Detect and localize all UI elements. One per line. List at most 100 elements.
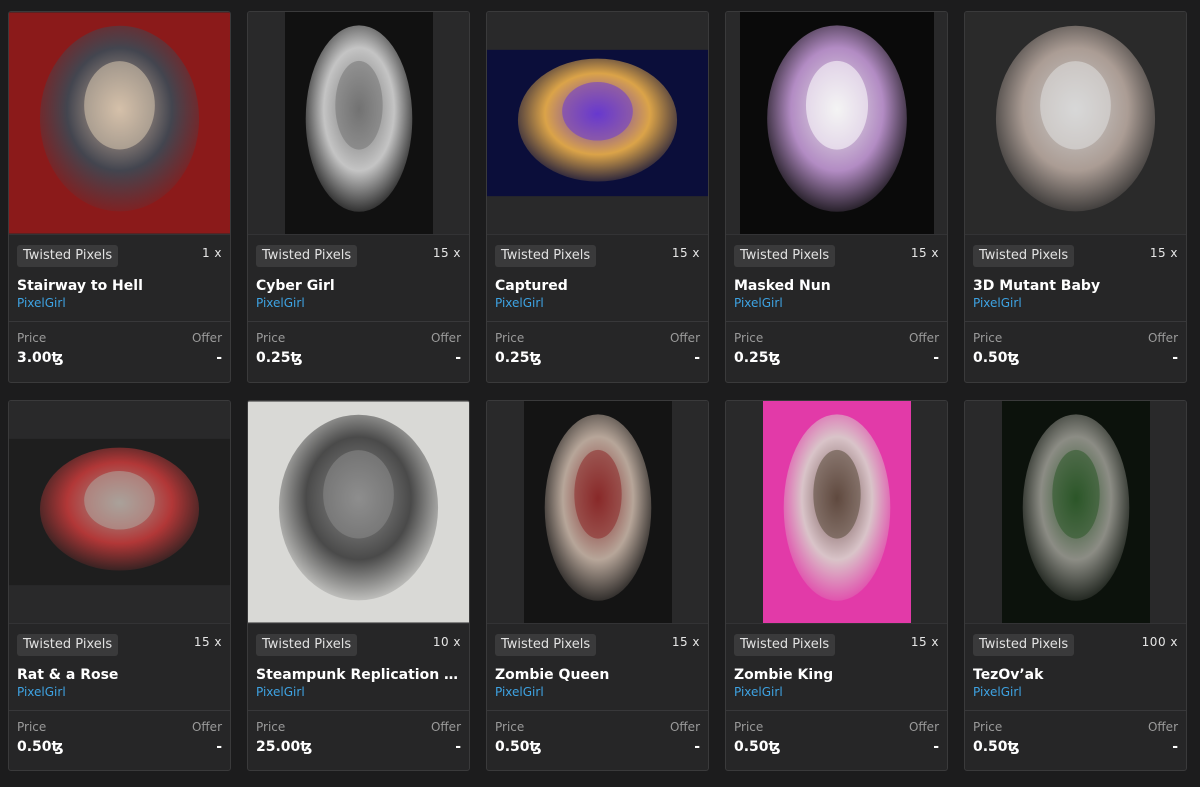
artwork-title[interactable]: TezOv’ak bbox=[973, 667, 1178, 683]
card-meta: Twisted Pixels 100 x TezOv’ak PixelGirl bbox=[965, 624, 1186, 710]
artwork-title[interactable]: Steampunk Replication Sc... bbox=[256, 667, 461, 683]
price-value: 0.50ꜩ bbox=[973, 350, 1020, 366]
artwork-image[interactable] bbox=[965, 12, 1186, 234]
artist-link[interactable]: PixelGirl bbox=[495, 685, 544, 699]
price-value: 0.50ꜩ bbox=[495, 739, 542, 755]
card-meta: Twisted Pixels 15 x Masked Nun PixelGirl bbox=[726, 235, 947, 321]
nft-card[interactable]: Twisted Pixels 15 x Masked Nun PixelGirl… bbox=[725, 11, 948, 383]
offer-label: Offer bbox=[908, 720, 939, 734]
artist-link[interactable]: PixelGirl bbox=[734, 685, 783, 699]
card-meta: Twisted Pixels 1 x Stairway to Hell Pixe… bbox=[9, 235, 230, 321]
artwork-image[interactable] bbox=[762, 401, 911, 623]
card-meta: Twisted Pixels 10 x Steampunk Replicatio… bbox=[248, 624, 469, 710]
offer-value: - bbox=[694, 350, 700, 366]
artwork-thumbnail-frame[interactable] bbox=[487, 12, 708, 235]
artwork-title[interactable]: Stairway to Hell bbox=[17, 278, 222, 294]
price-value: 3.00ꜩ bbox=[17, 350, 64, 366]
collection-badge[interactable]: Twisted Pixels bbox=[17, 634, 119, 656]
nft-card[interactable]: Twisted Pixels 15 x Zombie Queen PixelGi… bbox=[486, 400, 709, 771]
collection-badge[interactable]: Twisted Pixels bbox=[734, 634, 836, 656]
artist-link[interactable]: PixelGirl bbox=[17, 296, 66, 310]
offer-value: - bbox=[455, 350, 461, 366]
card-footer: Price Offer 0.25ꜩ - bbox=[487, 322, 708, 382]
artwork-image[interactable] bbox=[487, 12, 708, 234]
artist-link[interactable]: PixelGirl bbox=[256, 296, 305, 310]
collection-badge[interactable]: Twisted Pixels bbox=[734, 245, 836, 267]
artwork-thumbnail-frame[interactable] bbox=[965, 12, 1186, 235]
artwork-title[interactable]: Zombie Queen bbox=[495, 667, 700, 683]
artwork-image[interactable] bbox=[739, 12, 934, 234]
nft-card[interactable]: Twisted Pixels 15 x Rat & a Rose PixelGi… bbox=[8, 400, 231, 771]
card-meta: Twisted Pixels 15 x Zombie Queen PixelGi… bbox=[487, 624, 708, 710]
artwork-title[interactable]: Zombie King bbox=[734, 667, 939, 683]
artist-link[interactable]: PixelGirl bbox=[495, 296, 544, 310]
artwork-thumbnail-frame[interactable] bbox=[248, 12, 469, 235]
collection-badge[interactable]: Twisted Pixels bbox=[973, 634, 1075, 656]
artwork-image[interactable] bbox=[9, 12, 230, 234]
artwork-title[interactable]: Masked Nun bbox=[734, 278, 939, 294]
artwork-title[interactable]: 3D Mutant Baby bbox=[973, 278, 1178, 294]
artist-link[interactable]: PixelGirl bbox=[17, 685, 66, 699]
artwork-image[interactable] bbox=[284, 12, 433, 234]
edition-count: 15 x bbox=[432, 246, 461, 260]
collection-badge[interactable]: Twisted Pixels bbox=[495, 634, 597, 656]
nft-card[interactable]: Twisted Pixels 15 x 3D Mutant Baby Pixel… bbox=[964, 11, 1187, 383]
card-meta: Twisted Pixels 15 x 3D Mutant Baby Pixel… bbox=[965, 235, 1186, 321]
card-footer: Price Offer 0.50ꜩ - bbox=[965, 322, 1186, 382]
offer-value: - bbox=[694, 739, 700, 755]
collection-badge[interactable]: Twisted Pixels bbox=[495, 245, 597, 267]
artist-link[interactable]: PixelGirl bbox=[973, 685, 1022, 699]
artwork-thumbnail-frame[interactable] bbox=[726, 12, 947, 235]
offer-label: Offer bbox=[191, 331, 222, 345]
price-label: Price bbox=[734, 331, 764, 345]
artwork-thumbnail-frame[interactable] bbox=[9, 12, 230, 235]
artwork-image[interactable] bbox=[9, 401, 230, 623]
offer-value: - bbox=[216, 739, 222, 755]
artwork-thumbnail-frame[interactable] bbox=[726, 401, 947, 624]
price-value: 0.50ꜩ bbox=[973, 739, 1020, 755]
artwork-image[interactable] bbox=[1001, 401, 1150, 623]
card-footer: Price Offer 0.25ꜩ - bbox=[248, 322, 469, 382]
artwork-title[interactable]: Cyber Girl bbox=[256, 278, 461, 294]
nft-card[interactable]: Twisted Pixels 1 x Stairway to Hell Pixe… bbox=[8, 11, 231, 383]
artwork-thumbnail-frame[interactable] bbox=[487, 401, 708, 624]
offer-label: Offer bbox=[430, 331, 461, 345]
artist-link[interactable]: PixelGirl bbox=[256, 685, 305, 699]
price-label: Price bbox=[17, 720, 47, 734]
artist-link[interactable]: PixelGirl bbox=[973, 296, 1022, 310]
artwork-title[interactable]: Rat & a Rose bbox=[17, 667, 222, 683]
price-label: Price bbox=[734, 720, 764, 734]
artwork-thumbnail-frame[interactable] bbox=[965, 401, 1186, 624]
artwork-title[interactable]: Captured bbox=[495, 278, 700, 294]
card-footer: Price Offer 0.50ꜩ - bbox=[965, 711, 1186, 770]
card-footer: Price Offer 0.25ꜩ - bbox=[726, 322, 947, 382]
price-value: 0.25ꜩ bbox=[256, 350, 303, 366]
nft-card[interactable]: Twisted Pixels 15 x Cyber Girl PixelGirl… bbox=[247, 11, 470, 383]
edition-count: 15 x bbox=[910, 635, 939, 649]
nft-card[interactable]: Twisted Pixels 10 x Steampunk Replicatio… bbox=[247, 400, 470, 771]
offer-label: Offer bbox=[908, 331, 939, 345]
nft-card[interactable]: Twisted Pixels 100 x TezOv’ak PixelGirl … bbox=[964, 400, 1187, 771]
collection-badge[interactable]: Twisted Pixels bbox=[256, 634, 358, 656]
edition-count: 15 x bbox=[910, 246, 939, 260]
price-label: Price bbox=[256, 331, 286, 345]
card-meta: Twisted Pixels 15 x Zombie King PixelGir… bbox=[726, 624, 947, 710]
offer-value: - bbox=[933, 350, 939, 366]
artwork-image[interactable] bbox=[523, 401, 672, 623]
nft-card[interactable]: Twisted Pixels 15 x Zombie King PixelGir… bbox=[725, 400, 948, 771]
artwork-thumbnail-frame[interactable] bbox=[9, 401, 230, 624]
artwork-image[interactable] bbox=[248, 401, 469, 623]
artist-link[interactable]: PixelGirl bbox=[734, 296, 783, 310]
collection-badge[interactable]: Twisted Pixels bbox=[973, 245, 1075, 267]
edition-count: 15 x bbox=[671, 635, 700, 649]
artwork-thumbnail-frame[interactable] bbox=[248, 401, 469, 624]
collection-badge[interactable]: Twisted Pixels bbox=[256, 245, 358, 267]
edition-count: 15 x bbox=[1149, 246, 1178, 260]
collection-badge[interactable]: Twisted Pixels bbox=[17, 245, 119, 267]
price-value: 0.50ꜩ bbox=[17, 739, 64, 755]
offer-label: Offer bbox=[1147, 720, 1178, 734]
offer-value: - bbox=[216, 350, 222, 366]
card-footer: Price Offer 25.00ꜩ - bbox=[248, 711, 469, 770]
offer-label: Offer bbox=[669, 720, 700, 734]
nft-card[interactable]: Twisted Pixels 15 x Captured PixelGirl P… bbox=[486, 11, 709, 383]
